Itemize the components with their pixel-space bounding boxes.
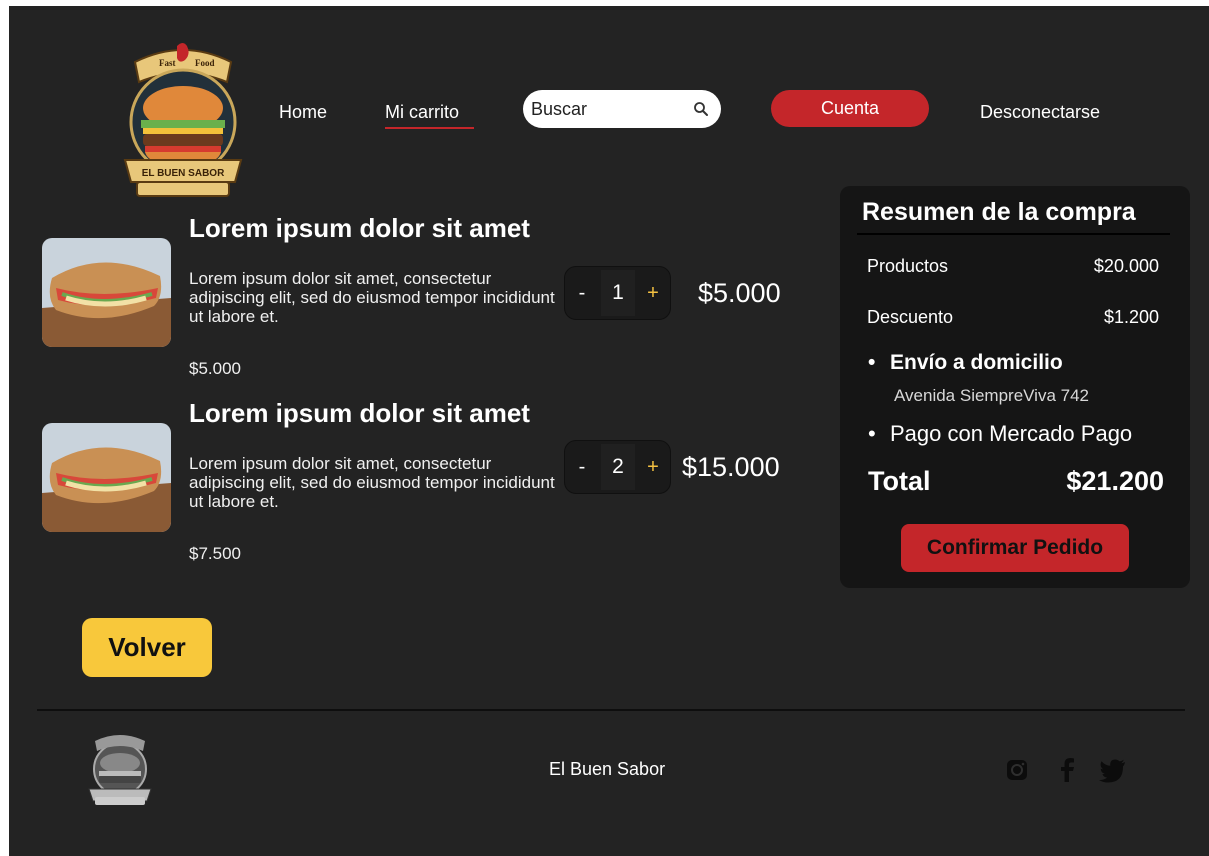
payment-label: Pago con Mercado Pago [890, 421, 1133, 446]
product-unit-price: $5.000 [189, 359, 241, 378]
quantity-stepper: - 2 + [564, 440, 671, 494]
product-description: Lorem ipsum dolor sit amet, consectetur … [189, 269, 555, 326]
search-input[interactable] [531, 96, 691, 122]
delivery-address: Avenida SiempreViva 742 [894, 386, 1090, 405]
line-total: $5.000 [698, 278, 781, 308]
product-unit-price: $7.500 [189, 544, 241, 563]
total-label: Total [868, 466, 931, 496]
quantity-value: 2 [601, 444, 635, 490]
logo-fast-text: Fast [159, 58, 176, 68]
products-value: $20.000 [1093, 256, 1159, 276]
cart-item: Lorem ipsum dolor sit amet Lorem ipsum d… [42, 213, 832, 393]
product-description: Lorem ipsum dolor sit amet, consectetur … [189, 454, 555, 511]
order-summary-panel: Resumen de la compra Productos $20.000 D… [840, 186, 1190, 588]
nav-cart-link[interactable]: Mi carrito [385, 102, 459, 123]
line-total: $15.000 [682, 452, 780, 482]
account-button[interactable]: Cuenta [771, 90, 929, 127]
summary-title: Resumen de la compra [862, 198, 1136, 226]
logout-link[interactable]: Desconectarse [980, 102, 1100, 123]
summary-divider [857, 233, 1170, 235]
brand-logo[interactable]: Fast Food EL BUEN SABOR [115, 42, 251, 200]
logo-food-text: Food [195, 58, 215, 68]
app-frame: Fast Food EL BUEN SABOR Home Mi carrito … [9, 6, 1209, 856]
product-title: Lorem ipsum dolor sit amet [189, 213, 530, 243]
confirm-order-button[interactable]: Confirmar Pedido [901, 524, 1129, 572]
decrease-quantity-button[interactable]: - [567, 441, 597, 493]
discount-label: Descuento [867, 307, 954, 327]
increase-quantity-button[interactable]: + [638, 441, 668, 493]
quantity-stepper: - 1 + [564, 266, 671, 320]
instagram-icon[interactable] [1003, 756, 1031, 784]
delivery-method: Envío a domicilio [868, 351, 1063, 375]
quantity-value: 1 [601, 270, 635, 316]
search-box[interactable] [523, 90, 721, 128]
active-nav-underline [385, 127, 474, 129]
payment-method: Pago con Mercado Pago [868, 421, 1132, 447]
cart-item: Lorem ipsum dolor sit amet Lorem ipsum d… [42, 398, 832, 578]
search-icon[interactable] [693, 101, 709, 117]
facebook-icon[interactable] [1053, 756, 1081, 784]
logo-banner-text: EL BUEN SABOR [142, 168, 225, 179]
footer-logo[interactable] [85, 731, 155, 809]
decrease-quantity-button[interactable]: - [567, 267, 597, 319]
product-image[interactable] [42, 238, 171, 347]
delivery-label: Envío a domicilio [890, 351, 1063, 374]
footer-divider [37, 709, 1185, 711]
products-label: Productos [867, 256, 949, 276]
nav-home-link[interactable]: Home [279, 102, 327, 123]
twitter-icon[interactable] [1099, 756, 1127, 784]
footer-brand-name: El Buen Sabor [549, 759, 666, 779]
discount-value: $1.200 [1103, 307, 1159, 327]
back-button[interactable]: Volver [82, 618, 212, 677]
increase-quantity-button[interactable]: + [638, 267, 668, 319]
total-value: $21.200 [1066, 466, 1164, 496]
product-image[interactable] [42, 423, 171, 532]
product-title: Lorem ipsum dolor sit amet [189, 398, 530, 428]
